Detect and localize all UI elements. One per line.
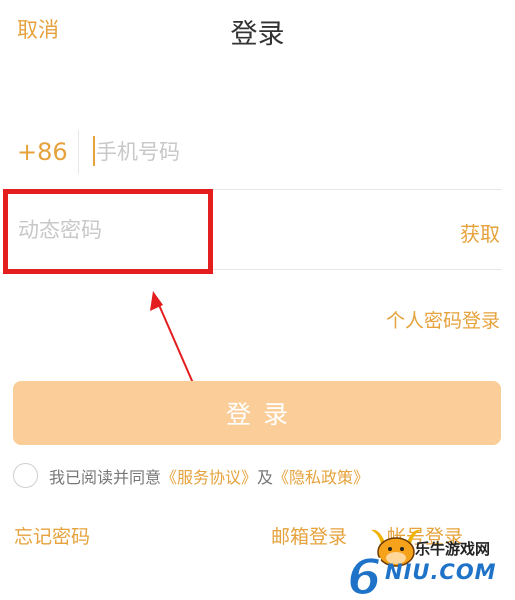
password-login-link[interactable]: 个人密码登录 xyxy=(386,306,500,333)
watermark-domain: NIU.COM xyxy=(385,560,497,584)
privacy-policy-link[interactable]: 《隐私政策》 xyxy=(273,468,369,487)
country-code-divider xyxy=(78,130,79,174)
email-login-link[interactable]: 邮箱登录 xyxy=(271,522,347,549)
watermark-logo: 6 乐牛游戏网 NIU.COM xyxy=(345,520,515,600)
annotation-arrow xyxy=(150,291,217,437)
phone-number-row: +86 xyxy=(14,126,502,190)
page-title: 登录 xyxy=(230,19,285,50)
country-code-selector[interactable]: +86 xyxy=(17,138,68,166)
forgot-password-link[interactable]: 忘记密码 xyxy=(14,522,90,549)
phone-number-input[interactable] xyxy=(96,130,486,174)
login-button[interactable]: 登录 xyxy=(13,381,501,445)
annotation-highlight-box xyxy=(3,189,213,274)
agreement-and: 及 xyxy=(257,468,274,487)
text-caret xyxy=(93,136,95,166)
agreement-prefix: 我已阅读并同意 xyxy=(49,468,162,487)
agreement-radio[interactable] xyxy=(13,463,38,488)
agreement-text: 我已阅读并同意《服务协议》及《隐私政策》 xyxy=(49,464,369,488)
service-agreement-link[interactable]: 《服务协议》 xyxy=(161,468,257,487)
svg-text:6: 6 xyxy=(347,548,382,600)
get-code-button[interactable]: 获取 xyxy=(460,218,500,247)
watermark-site-name: 乐牛游戏网 xyxy=(415,540,491,558)
